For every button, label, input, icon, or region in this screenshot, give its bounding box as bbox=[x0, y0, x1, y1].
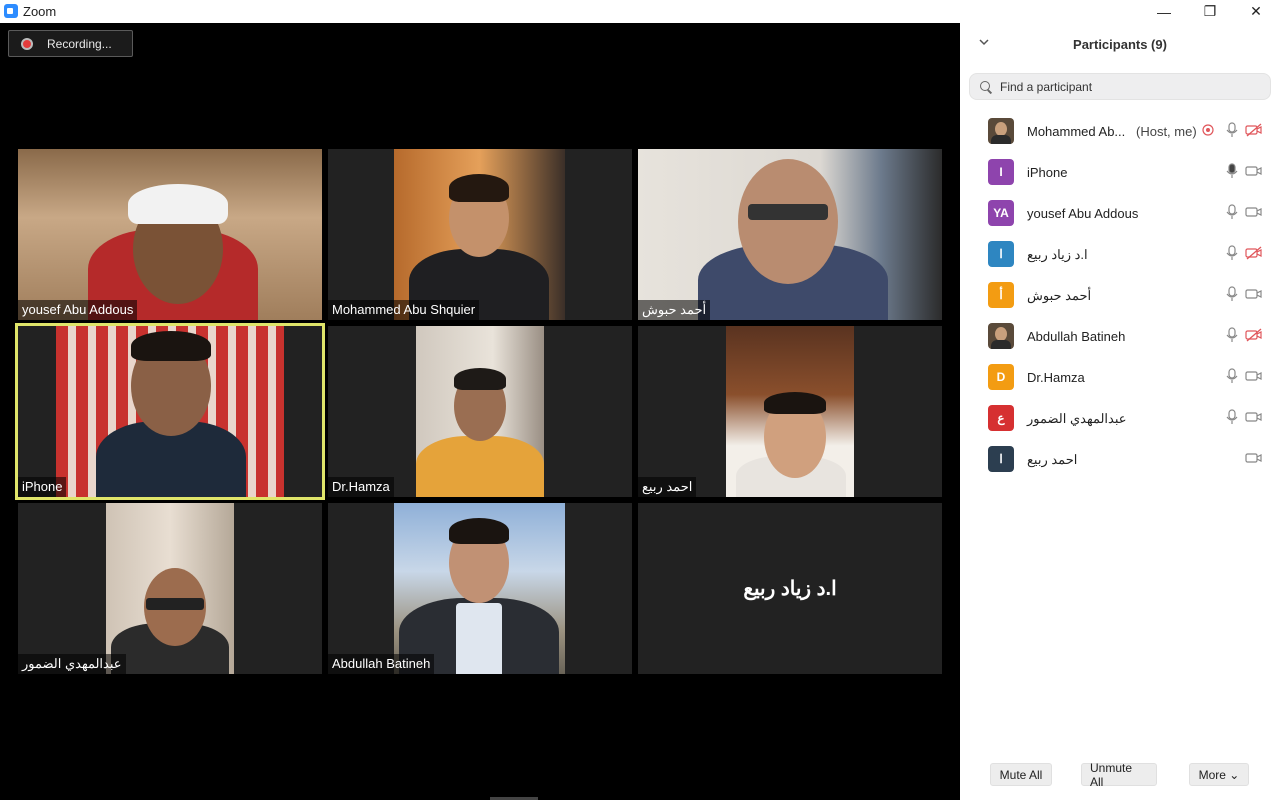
recording-label: Recording... bbox=[47, 36, 112, 51]
participant-row[interactable]: ا ا.د زياد ربيع bbox=[960, 232, 1280, 273]
participant-name-label: عبدالمهدي الضمور bbox=[18, 654, 126, 674]
video-feed bbox=[638, 149, 942, 320]
participant-name-label: Mohammed Abu Shquier bbox=[328, 300, 480, 320]
participant-name: yousef Abu Addous bbox=[1027, 206, 1139, 221]
video-camera-icon[interactable] bbox=[1245, 286, 1263, 302]
panel-footer: Mute All Unmute All More ⌄ bbox=[960, 761, 1280, 789]
more-button[interactable]: More ⌄ bbox=[1189, 763, 1249, 786]
participant-name: ا.د زياد ربيع bbox=[1027, 247, 1088, 262]
video-feed bbox=[106, 503, 234, 674]
participant-row[interactable]: IiPhone bbox=[960, 150, 1280, 191]
meeting-gallery: Recording... yousef Abu Addous Mohammed … bbox=[0, 23, 960, 800]
participant-list: Mohammed Ab... (Host, me) IiPhone YA yousef … bbox=[960, 109, 1280, 478]
avatar-initials: ا bbox=[988, 241, 1014, 267]
participant-name: Dr.Hamza bbox=[1027, 370, 1085, 385]
microphone-icon[interactable] bbox=[1223, 204, 1241, 220]
avatar bbox=[988, 118, 1014, 144]
participant-name: Mohammed Ab... bbox=[1027, 124, 1126, 139]
video-feed bbox=[56, 326, 284, 497]
restore-button[interactable]: ❐ bbox=[1187, 0, 1233, 23]
panel-header: Participants (9) bbox=[960, 23, 1280, 67]
recording-indicator[interactable]: Recording... bbox=[8, 30, 133, 57]
search-input[interactable] bbox=[998, 78, 1258, 95]
participant-row[interactable]: ا احمد ربيع bbox=[960, 437, 1280, 478]
avatar-initials: أ bbox=[988, 282, 1014, 308]
microphone-icon[interactable] bbox=[1223, 122, 1241, 138]
participant-name-label: yousef Abu Addous bbox=[18, 300, 138, 320]
participant-row[interactable]: Abdullah Batineh bbox=[960, 314, 1280, 355]
microphone-icon[interactable] bbox=[1223, 163, 1241, 179]
participant-name: iPhone bbox=[1027, 165, 1068, 180]
video-tile[interactable]: أحمد حبوش bbox=[638, 149, 942, 320]
panel-title: Participants (9) bbox=[1073, 37, 1167, 52]
participant-row[interactable]: Mohammed Ab... (Host, me) bbox=[960, 109, 1280, 150]
microphone-icon[interactable] bbox=[1223, 286, 1241, 302]
microphone-icon[interactable] bbox=[1223, 327, 1241, 343]
mute-all-button[interactable]: Mute All bbox=[990, 763, 1052, 786]
video-camera-icon[interactable] bbox=[1245, 450, 1263, 466]
minimize-button[interactable]: — bbox=[1141, 0, 1187, 23]
participant-row[interactable]: YA yousef Abu Addous bbox=[960, 191, 1280, 232]
participant-name-label: احمد ربيع bbox=[638, 477, 697, 497]
video-feed bbox=[394, 149, 565, 320]
microphone-icon[interactable] bbox=[1223, 368, 1241, 384]
participant-row[interactable]: أ أحمد حبوش bbox=[960, 273, 1280, 314]
video-camera-icon[interactable] bbox=[1245, 368, 1263, 384]
title-bar: Zoom — ❐ ✕ bbox=[0, 0, 1280, 23]
close-button[interactable]: ✕ bbox=[1233, 0, 1279, 23]
video-tile-no-video[interactable]: ا.د زياد ربيع bbox=[638, 503, 942, 674]
avatar-initials: D bbox=[988, 364, 1014, 390]
avatar bbox=[988, 323, 1014, 349]
video-tile[interactable]: Dr.Hamza bbox=[328, 326, 632, 497]
participant-display-name: ا.د زياد ربيع bbox=[743, 578, 837, 600]
participant-name-label: Abdullah Batineh bbox=[328, 654, 435, 674]
video-camera-icon[interactable] bbox=[1245, 409, 1263, 425]
video-off-icon[interactable] bbox=[1245, 327, 1263, 343]
video-tile[interactable]: Mohammed Abu Shquier bbox=[328, 149, 632, 320]
window-title: Zoom bbox=[23, 4, 57, 19]
video-tile[interactable]: عبدالمهدي الضمور bbox=[18, 503, 322, 674]
participants-panel: Participants (9) Mohammed Ab... (Host, me… bbox=[960, 23, 1280, 800]
participant-name: عبدالمهدي الضمور bbox=[1027, 411, 1127, 426]
video-tile[interactable]: yousef Abu Addous bbox=[18, 149, 322, 320]
microphone-icon[interactable] bbox=[1223, 409, 1241, 425]
video-feed bbox=[394, 503, 565, 674]
recording-icon bbox=[1201, 122, 1219, 138]
video-off-icon[interactable] bbox=[1245, 122, 1263, 138]
avatar-initials: I bbox=[988, 159, 1014, 185]
video-camera-icon[interactable] bbox=[1245, 163, 1263, 179]
unmute-all-button[interactable]: Unmute All bbox=[1081, 761, 1157, 789]
participant-role-tag: (Host, me) bbox=[1136, 124, 1197, 139]
video-feed bbox=[18, 149, 322, 320]
participant-name-label: iPhone bbox=[18, 477, 67, 497]
search-icon bbox=[980, 80, 992, 93]
participant-row[interactable]: D Dr.Hamza bbox=[960, 355, 1280, 396]
record-icon bbox=[21, 37, 33, 50]
video-off-icon[interactable] bbox=[1245, 245, 1263, 261]
video-feed bbox=[726, 326, 854, 497]
participant-search[interactable] bbox=[969, 73, 1271, 100]
video-camera-icon[interactable] bbox=[1245, 204, 1263, 220]
microphone-icon[interactable] bbox=[1223, 245, 1241, 261]
avatar-initials: YA bbox=[988, 200, 1014, 226]
participant-name-label: أحمد حبوش bbox=[638, 300, 711, 320]
avatar-initials: ع bbox=[988, 405, 1014, 431]
participant-name: Abdullah Batineh bbox=[1027, 329, 1126, 344]
video-feed bbox=[416, 326, 544, 497]
participant-name-label: Dr.Hamza bbox=[328, 477, 394, 497]
video-tile[interactable]: احمد ربيع bbox=[638, 326, 942, 497]
video-tile-active-speaker[interactable]: iPhone bbox=[15, 323, 325, 500]
participant-name: احمد ربيع bbox=[1027, 452, 1078, 467]
zoom-logo-icon bbox=[4, 4, 18, 18]
avatar-initials: ا bbox=[988, 446, 1014, 472]
video-tile[interactable]: Abdullah Batineh bbox=[328, 503, 632, 674]
participant-row[interactable]: ع عبدالمهدي الضمور bbox=[960, 396, 1280, 437]
participant-name: أحمد حبوش bbox=[1027, 288, 1092, 303]
